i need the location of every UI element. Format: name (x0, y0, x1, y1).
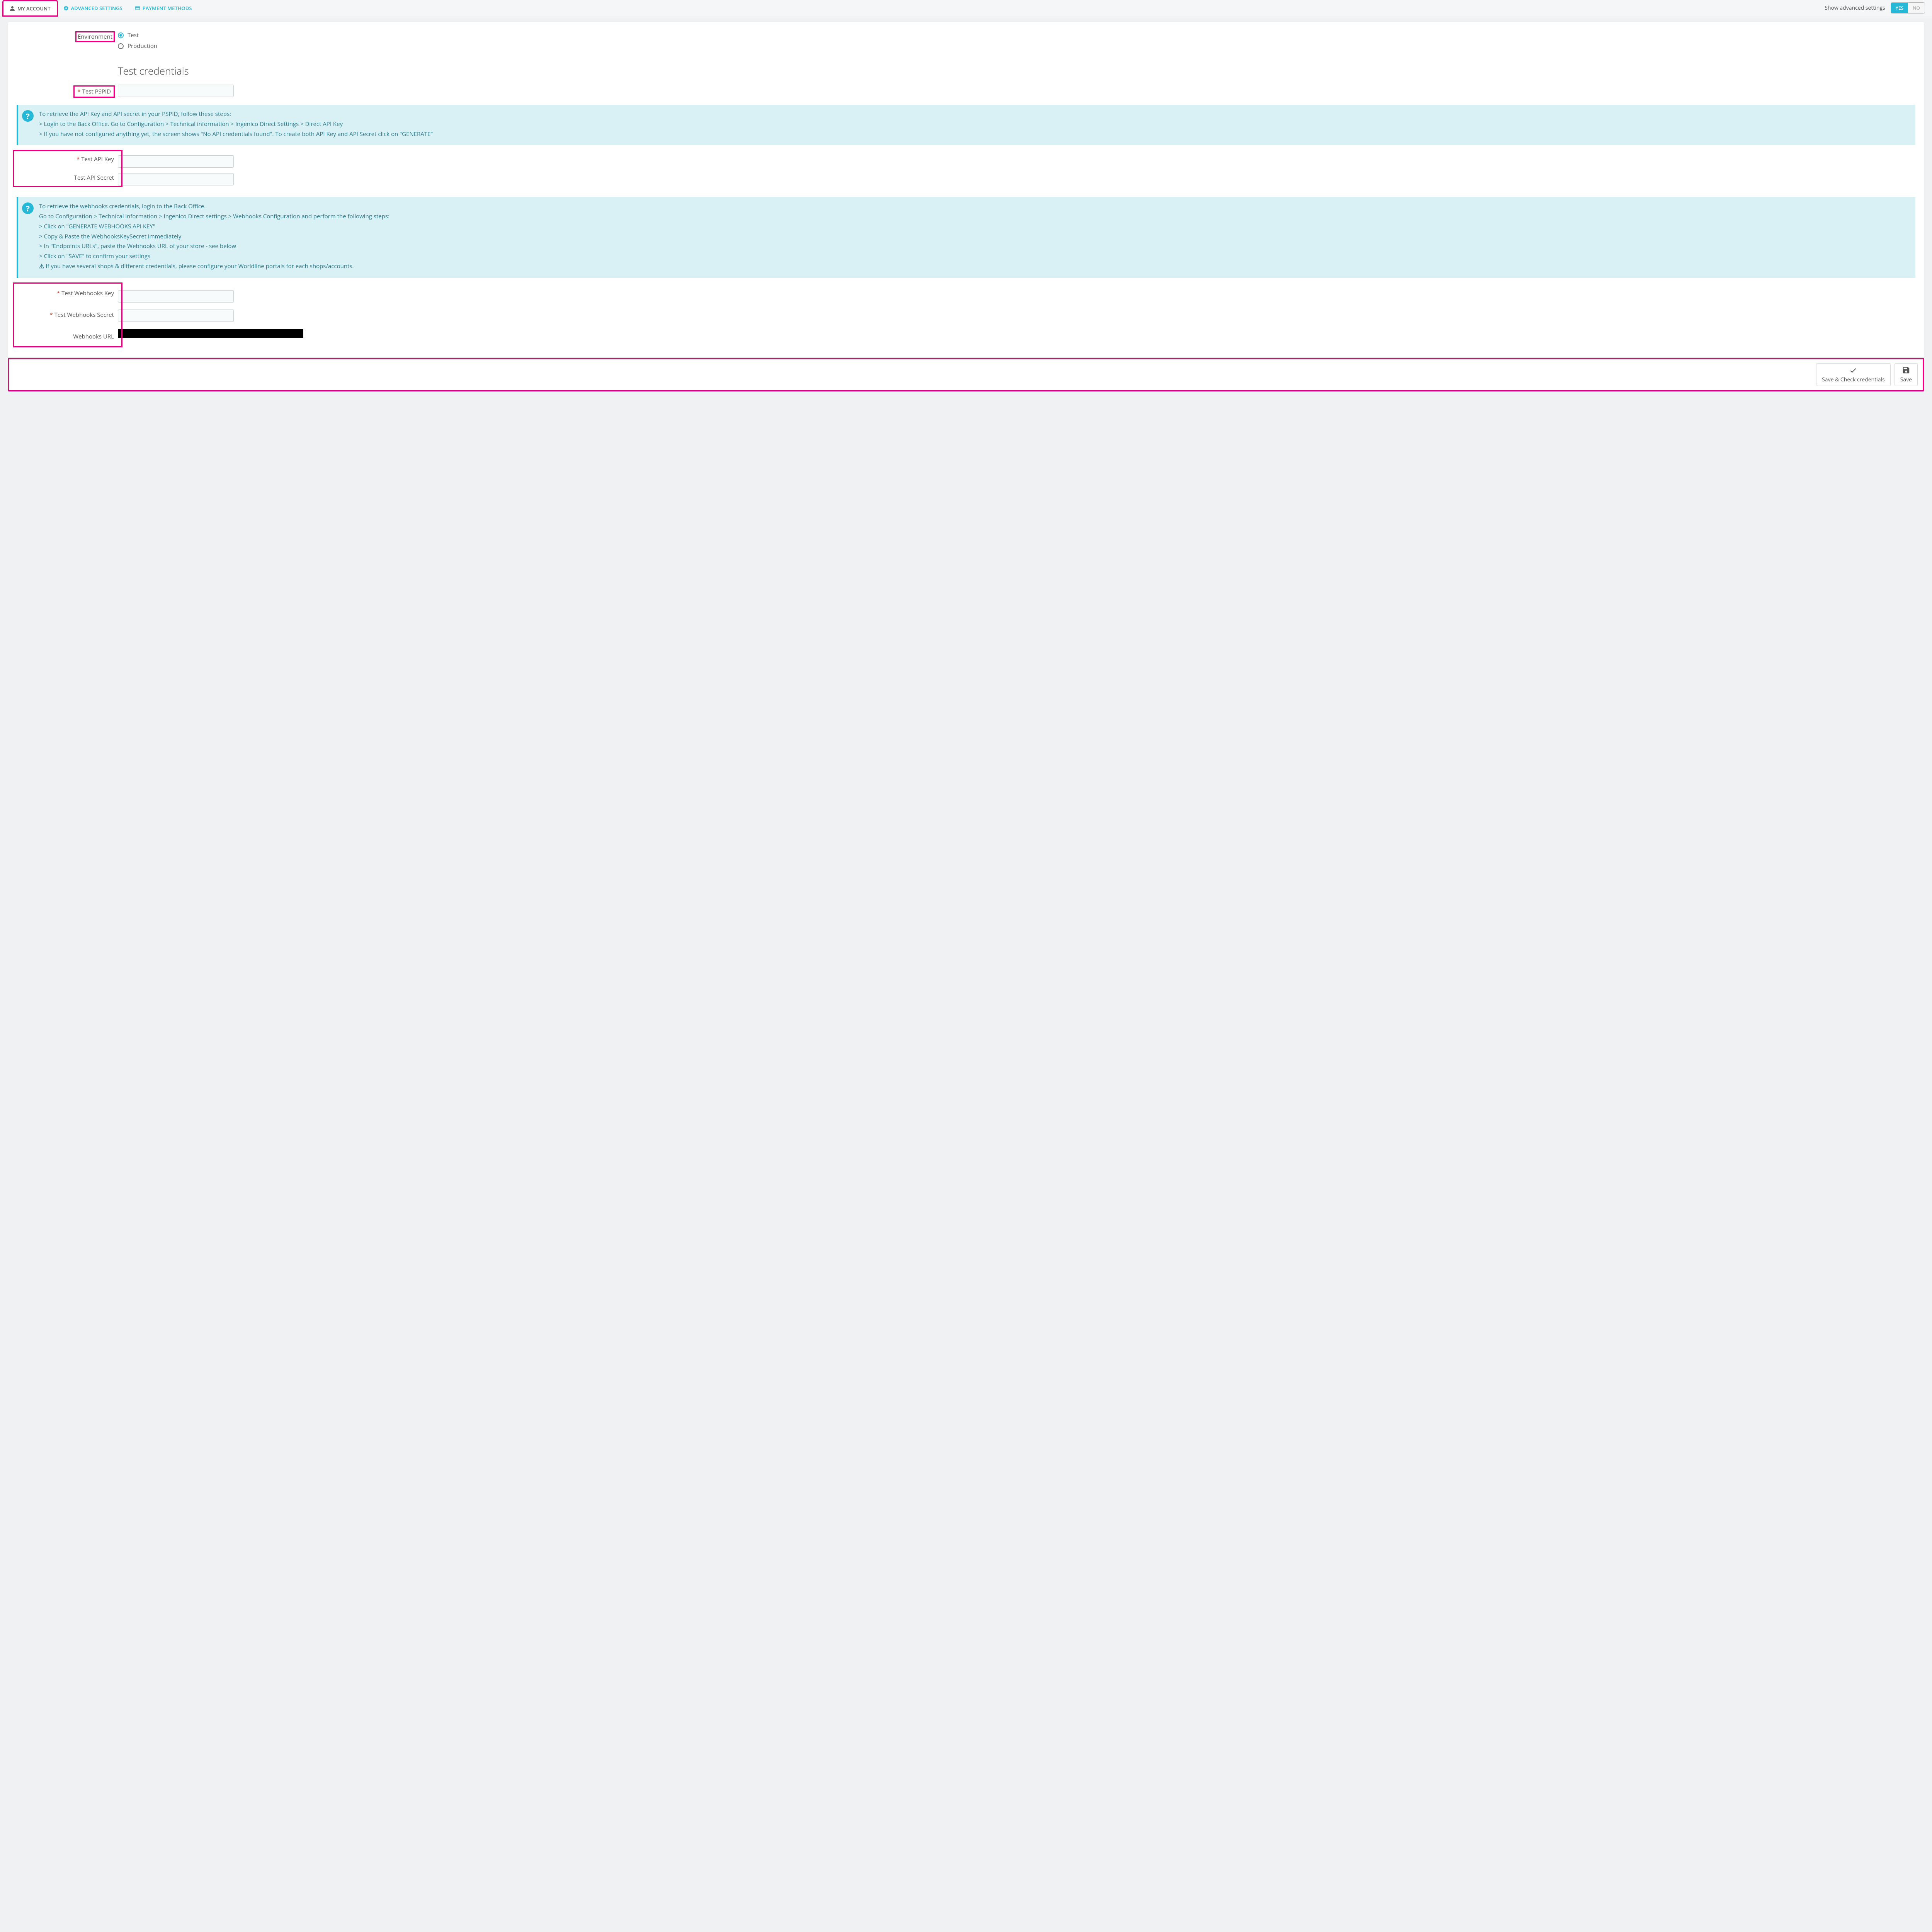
row-test-api-key: *Test API Key (14, 153, 122, 165)
input-test-api-key[interactable] (118, 155, 234, 168)
label-test-api-secret: Test API Secret (74, 174, 114, 182)
input-test-pspid[interactable] (118, 85, 234, 97)
help-icon: ? (22, 202, 34, 214)
help-api-line2: > Login to the Back Office. Go to Config… (39, 120, 433, 129)
show-advanced-toggle[interactable]: YES NO (1891, 2, 1925, 14)
row-webhooks-key-input: x (14, 289, 1918, 303)
floppy-icon (1902, 366, 1910, 374)
help-webhooks-line5: > In "Endpoints URLs", paste the Webhook… (39, 242, 389, 251)
tab-my-account-label: MY ACCOUNT (17, 5, 51, 12)
help-api-line1: To retrieve the API Key and API secret i… (39, 110, 433, 119)
help-icon: ? (22, 110, 34, 122)
row-test-api-secret-input: x (14, 172, 1918, 185)
row-webhooks-url-value: x (14, 328, 1918, 340)
label-test-api-key: Test API Key (81, 155, 114, 163)
save-check-label: Save & Check credentials (1822, 376, 1885, 383)
panel-footer: Save & Check credentials Save (8, 358, 1924, 392)
help-webhooks-warning: If you have several shops & different cr… (39, 262, 389, 271)
tab-payment-methods[interactable]: PAYMENT METHODS (129, 1, 198, 15)
row-environment: Environment Test Production (14, 30, 1918, 53)
help-webhooks-line1: To retrieve the webhooks credentials, lo… (39, 202, 389, 211)
radio-production-label: Production (128, 42, 157, 50)
save-button[interactable]: Save (1895, 363, 1918, 386)
toggle-no[interactable]: NO (1908, 3, 1925, 13)
help-webhooks: ? To retrieve the webhooks credentials, … (17, 197, 1915, 277)
help-webhooks-line6: > Click on "SAVE" to confirm your settin… (39, 252, 389, 261)
tab-payment-methods-label: PAYMENT METHODS (143, 5, 192, 12)
save-check-button[interactable]: Save & Check credentials (1816, 363, 1891, 386)
row-webhooks-key: *Test Webhooks Key (14, 287, 122, 299)
user-icon (10, 6, 15, 11)
tab-my-account[interactable]: MY ACCOUNT (3, 1, 57, 16)
credit-card-icon (135, 5, 140, 11)
input-webhooks-secret[interactable] (118, 310, 234, 322)
required-marker: * (77, 155, 80, 163)
radio-icon (118, 32, 124, 38)
cogs-icon (63, 5, 69, 11)
input-test-api-secret[interactable] (118, 173, 234, 185)
radio-test-label: Test (128, 31, 139, 39)
row-webhooks-url: Webhooks URL (14, 330, 122, 343)
label-test-pspid: Test PSPID (82, 88, 111, 95)
required-marker: * (57, 289, 60, 297)
save-label: Save (1900, 376, 1912, 383)
label-environment: Environment (76, 32, 114, 41)
row-test-api-key-input: x (14, 155, 1918, 168)
settings-tabbar: MY ACCOUNT ADVANCED SETTINGS PAYMENT MET… (0, 0, 1932, 16)
radio-icon (118, 43, 124, 49)
row-test-api-secret: *Test API Secret (14, 172, 122, 184)
help-webhooks-line4: > Copy & Paste the WebhooksKeySecret imm… (39, 233, 389, 241)
show-advanced-label: Show advanced settings (1825, 4, 1885, 12)
row-test-pspid: *Test PSPID (14, 84, 1918, 99)
radio-production[interactable]: Production (118, 42, 1918, 50)
help-api-line3: > If you have not configured anything ye… (39, 130, 433, 139)
row-heading: Test credentials (14, 56, 1918, 81)
check-icon (1849, 366, 1857, 374)
toggle-yes[interactable]: YES (1891, 3, 1908, 13)
required-marker: * (49, 311, 53, 319)
help-webhooks-line2: Go to Configuration > Technical informat… (39, 213, 389, 221)
help-webhooks-line3: > Click on "GENERATE WEBHOOKS API KEY" (39, 223, 389, 231)
required-marker: * (77, 88, 80, 95)
label-webhooks-secret: Test Webhooks Secret (54, 311, 114, 319)
radio-test[interactable]: Test (118, 31, 1918, 39)
tab-advanced-settings[interactable]: ADVANCED SETTINGS (57, 1, 129, 15)
webhooks-url-redacted (118, 329, 303, 338)
row-webhooks-secret-input: x (14, 309, 1918, 322)
account-panel: Environment Test Production Test credent… (8, 22, 1924, 358)
label-webhooks-key: Test Webhooks Key (61, 289, 114, 297)
section-heading-test-credentials: Test credentials (118, 64, 1918, 78)
row-webhooks-secret: *Test Webhooks Secret (14, 309, 122, 321)
label-webhooks-url: Webhooks URL (73, 333, 114, 340)
help-api-credentials: ? To retrieve the API Key and API secret… (17, 105, 1915, 145)
input-webhooks-key[interactable] (118, 290, 234, 303)
tab-advanced-settings-label: ADVANCED SETTINGS (71, 5, 122, 12)
